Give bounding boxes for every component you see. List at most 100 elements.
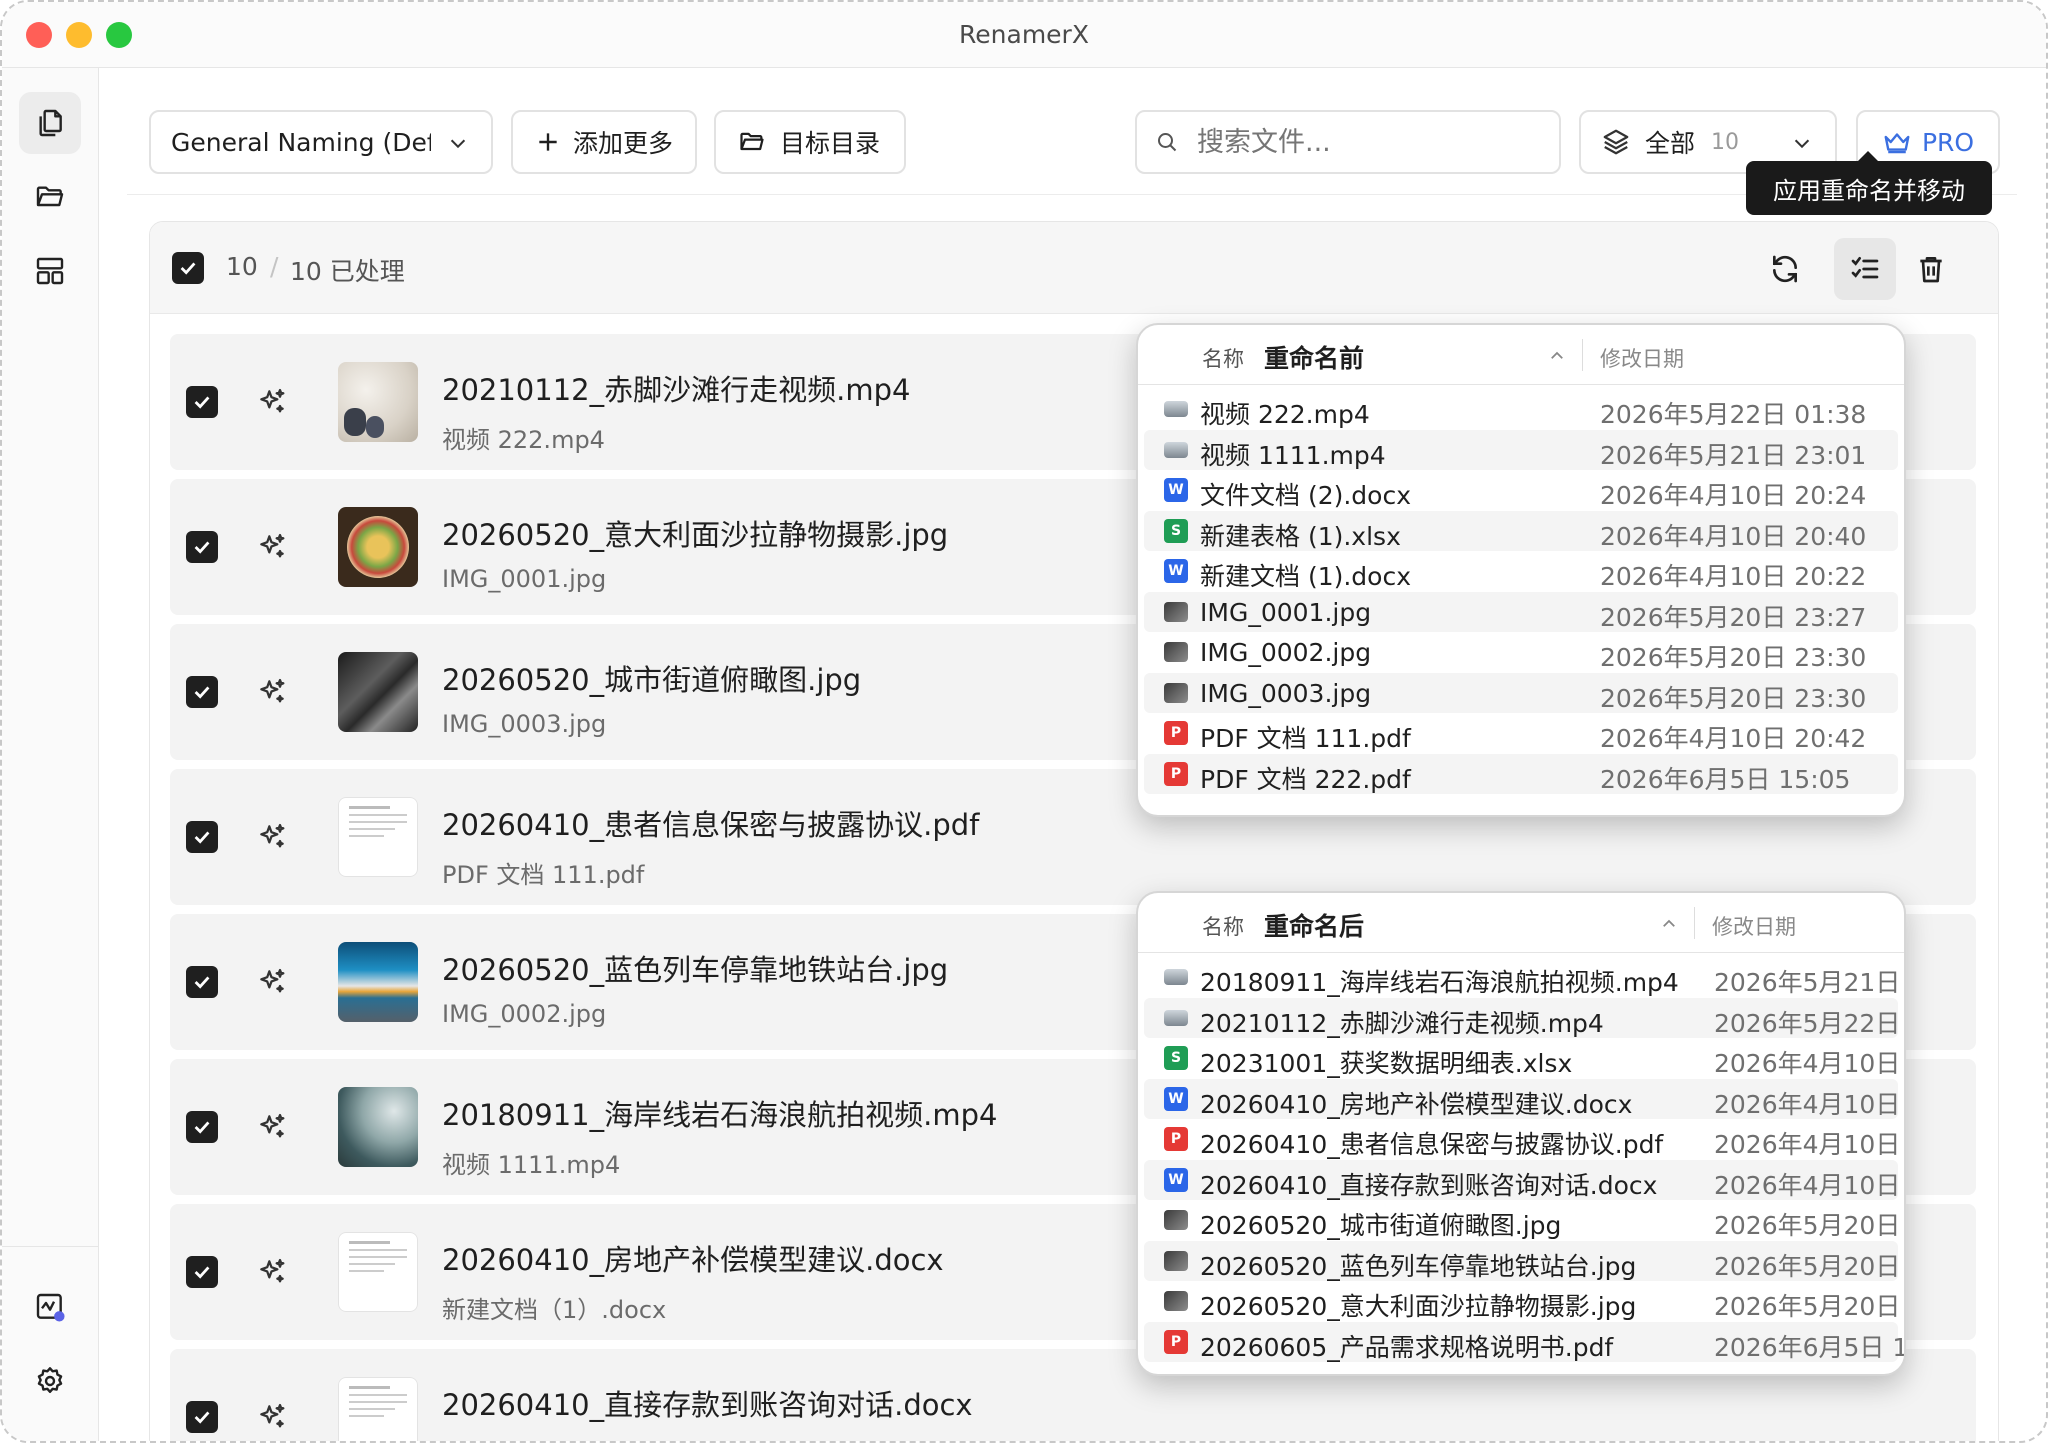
popup-file-name: 20210112_赤脚沙滩行走视频.mp4 xyxy=(1200,1008,1604,1038)
popup-file-row[interactable]: P 20260410_患者信息保密与披露协议.pdf 2026年4月10日 xyxy=(1144,1119,1900,1159)
ai-rename-button[interactable] xyxy=(254,1254,290,1290)
popup-file-date: 2026年5月22日 01:38 xyxy=(1600,400,1867,429)
new-file-name: 20260410_直接存款到账咨询对话.docx xyxy=(442,1388,973,1422)
sidebar-item-activity[interactable] xyxy=(19,1276,81,1338)
original-file-name: PDF 文档 111.pdf xyxy=(442,861,645,889)
file-thumbnail xyxy=(338,1377,418,1441)
popup-file-date: 2026年6月5日 15:05 xyxy=(1600,764,1851,794)
search-box[interactable] xyxy=(1135,110,1561,174)
chevron-up-icon[interactable] xyxy=(1548,347,1566,365)
checkmark-icon xyxy=(194,1266,210,1279)
popup-file-row[interactable]: 20260520_城市街道俯瞰图.jpg 2026年5月20日 xyxy=(1144,1200,1900,1240)
popup-file-row[interactable]: W 20260410_直接存款到账咨询对话.docx 2026年4月10日 xyxy=(1144,1159,1900,1200)
ai-rename-button[interactable] xyxy=(254,819,290,855)
select-all-checkbox[interactable] xyxy=(172,252,204,284)
row-checkbox[interactable] xyxy=(186,386,218,418)
image-file-icon xyxy=(1164,642,1188,662)
popup-file-row[interactable]: 视频 1111.mp4 2026年5月21日 23:01 xyxy=(1144,429,1898,470)
after-popup-title: 重命名后 xyxy=(1264,912,1365,941)
name-column-header[interactable]: 名称 xyxy=(1202,911,1244,941)
before-popup-title: 重命名前 xyxy=(1264,344,1365,373)
popup-file-date: 2026年5月20日 23:30 xyxy=(1600,643,1867,672)
target-directory-button[interactable]: 目标目录 xyxy=(714,110,906,174)
popup-file-row[interactable]: P 20260605_产品需求规格说明书.pdf 2026年6月5日 1 xyxy=(1144,1321,1904,1362)
popup-file-row[interactable]: P PDF 文档 111.pdf 2026年4月10日 20:42 xyxy=(1144,713,1898,753)
chevron-up-icon[interactable] xyxy=(1660,915,1678,933)
ai-rename-button[interactable] xyxy=(254,674,290,710)
popup-file-row[interactable]: P PDF 文档 222.pdf 2026年6月5日 15:05 xyxy=(1144,753,1898,794)
sidebar-item-files[interactable] xyxy=(19,92,81,154)
add-more-button[interactable]: 添加更多 xyxy=(511,110,697,174)
row-checkbox[interactable] xyxy=(186,676,218,708)
popup-file-row[interactable]: 20260520_意大利面沙拉静物摄影.jpg 2026年5月20日 xyxy=(1144,1281,1900,1321)
word-file-icon: W xyxy=(1164,559,1188,583)
popup-file-row[interactable]: S 20231001_获奖数据明细表.xlsx 2026年4月10日 xyxy=(1144,1038,1900,1078)
search-input[interactable] xyxy=(1197,126,1537,158)
image-file-icon xyxy=(1164,1250,1188,1271)
file-thumbnail xyxy=(338,652,418,732)
popup-file-name: 新建文档 (1).docx xyxy=(1200,562,1412,591)
processed-count: 10 已处理 xyxy=(290,257,405,286)
original-file-name: IMG_0001.jpg xyxy=(442,565,607,593)
window-title: RenamerX xyxy=(959,20,1089,49)
apply-rename-tooltip: 应用重命名并移动 xyxy=(1746,151,1992,215)
popup-file-row[interactable]: IMG_0003.jpg 2026年5月20日 23:30 xyxy=(1144,672,1898,713)
preset-dropdown[interactable]: General Naming (Defa xyxy=(149,110,493,174)
toolbar-divider xyxy=(127,194,2017,195)
new-file-name: 20260520_蓝色列车停靠地铁站台.jpg xyxy=(442,953,949,987)
popup-file-date: 2026年6月5日 1 xyxy=(1714,1332,1906,1362)
popup-file-row[interactable]: W 新建文档 (1).docx 2026年4月10日 20:22 xyxy=(1144,551,1898,591)
settings-gear-icon xyxy=(37,1367,63,1393)
refresh-button[interactable] xyxy=(1760,244,1810,294)
ai-rename-button[interactable] xyxy=(254,1399,290,1435)
delete-button[interactable] xyxy=(1906,244,1956,294)
new-file-name: 20210112_赤脚沙滩行走视频.mp4 xyxy=(442,373,911,407)
title-bar: RenamerX xyxy=(2,2,2046,68)
sidebar-item-templates[interactable] xyxy=(19,240,81,302)
date-column-header[interactable]: 修改日期 xyxy=(1600,343,1684,373)
ai-rename-button[interactable] xyxy=(254,1109,290,1145)
popup-file-row[interactable]: S 新建表格 (1).xlsx 2026年4月10日 20:40 xyxy=(1144,510,1898,551)
popup-file-row[interactable]: 视频 222.mp4 2026年5月22日 01:38 xyxy=(1144,389,1898,429)
apply-rename-move-button[interactable] xyxy=(1834,238,1896,300)
popup-file-row[interactable]: 20210112_赤脚沙滩行走视频.mp4 2026年5月22日 xyxy=(1144,997,1900,1038)
row-checkbox[interactable] xyxy=(186,1401,218,1433)
date-column-header[interactable]: 修改日期 xyxy=(1712,911,1796,941)
popup-file-row[interactable]: IMG_0002.jpg 2026年5月20日 23:30 xyxy=(1144,632,1898,672)
popup-file-row[interactable]: 20180911_海岸线岩石海浪航拍视频.mp4 2026年5月21日 xyxy=(1144,957,1900,997)
new-file-name: 20260520_城市街道俯瞰图.jpg xyxy=(442,663,862,697)
row-checkbox[interactable] xyxy=(186,1111,218,1143)
search-icon xyxy=(1158,133,1177,152)
popup-file-name: 20180911_海岸线岩石海浪航拍视频.mp4 xyxy=(1200,968,1679,997)
preset-label: General Naming (Defa xyxy=(171,127,431,157)
popup-file-row[interactable]: 20260520_蓝色列车停靠地铁站台.jpg 2026年5月20日 xyxy=(1144,1240,1900,1281)
checklist-icon xyxy=(1851,257,1879,279)
row-checkbox[interactable] xyxy=(186,531,218,563)
popup-file-row[interactable]: W 文件文档 (2).docx 2026年4月10日 20:24 xyxy=(1144,470,1898,510)
popup-file-name: 20260520_蓝色列车停靠地铁站台.jpg xyxy=(1200,1251,1637,1281)
popup-file-row[interactable]: W 20260410_房地产补偿模型建议.docx 2026年4月10日 xyxy=(1144,1078,1900,1119)
layers-icon xyxy=(1603,129,1629,155)
ai-rename-button[interactable] xyxy=(254,964,290,1000)
excel-file-icon: S xyxy=(1164,518,1188,543)
name-column-header[interactable]: 名称 xyxy=(1202,343,1244,373)
sidebar-item-folders[interactable] xyxy=(19,166,81,228)
checkmark-icon xyxy=(194,976,210,989)
row-checkbox[interactable] xyxy=(186,1256,218,1288)
file-thumbnail xyxy=(338,362,418,442)
activity-icon xyxy=(36,1293,65,1322)
ai-rename-button[interactable] xyxy=(254,384,290,420)
excel-file-icon: S xyxy=(1164,1046,1188,1070)
checkmark-icon xyxy=(194,831,210,844)
row-checkbox[interactable] xyxy=(186,821,218,853)
before-popup-header: 名称 重命名前 修改日期 xyxy=(1138,325,1904,385)
ai-rename-button[interactable] xyxy=(254,529,290,565)
popup-file-name: 20260410_房地产补偿模型建议.docx xyxy=(1200,1089,1633,1119)
sidebar-item-settings[interactable] xyxy=(19,1350,81,1412)
before-rename-popup: 名称 重命名前 修改日期 视频 222.mp4 2026年5月22日 01:38 视… xyxy=(1136,323,1906,817)
row-checkbox[interactable] xyxy=(186,966,218,998)
popup-file-row[interactable]: IMG_0001.jpg 2026年5月20日 23:27 xyxy=(1144,591,1898,632)
word-file-icon: W xyxy=(1164,1167,1188,1192)
add-more-label: 添加更多 xyxy=(573,129,674,158)
pdf-file-icon: P xyxy=(1164,1329,1188,1354)
